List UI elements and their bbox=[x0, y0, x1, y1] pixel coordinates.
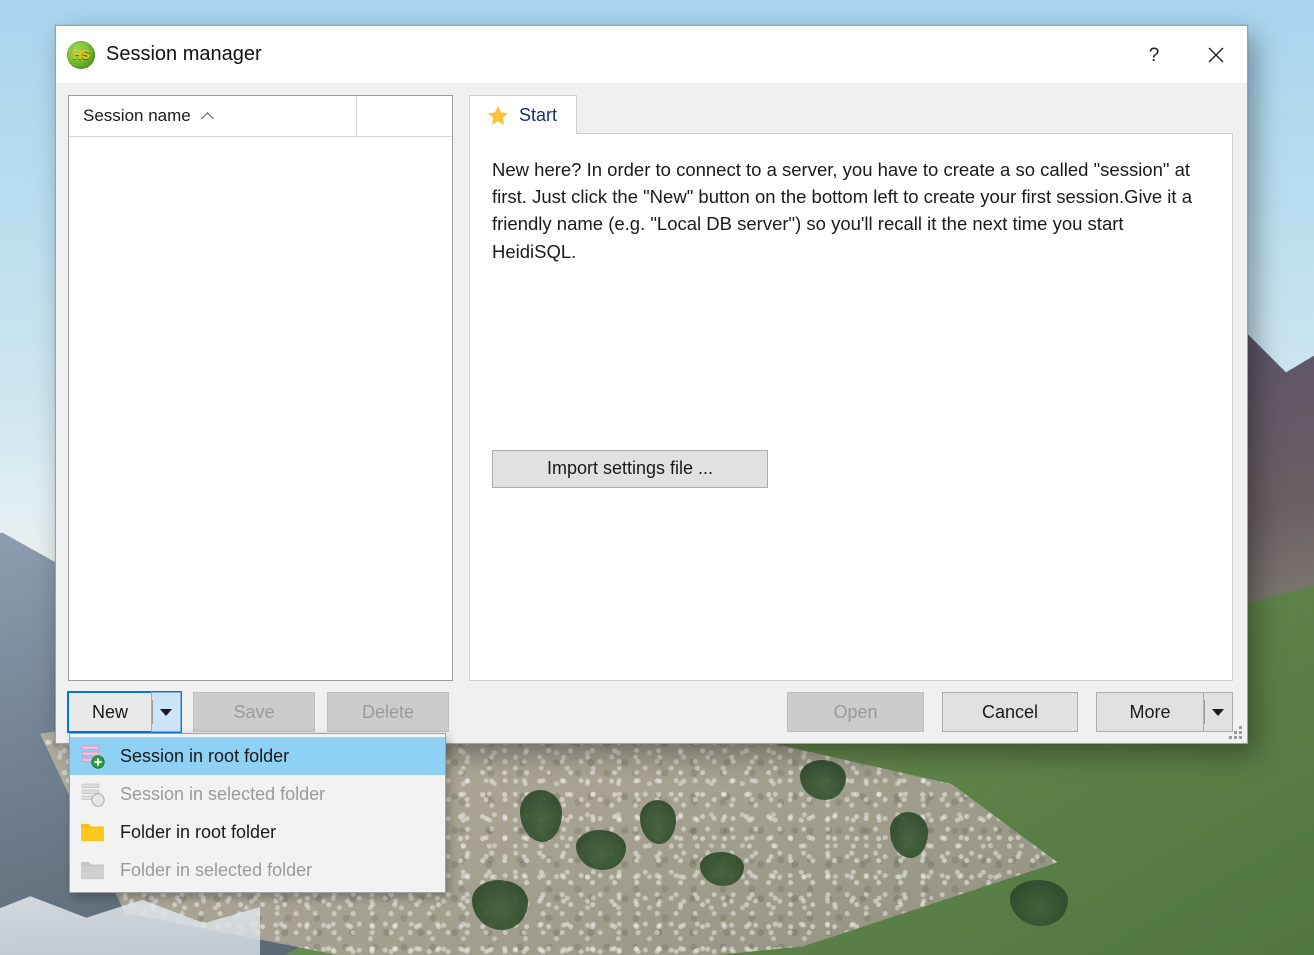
import-settings-file-button[interactable]: Import settings file ... bbox=[492, 449, 768, 488]
save-button[interactable]: Save bbox=[193, 692, 315, 732]
caret-down-icon bbox=[1212, 708, 1224, 716]
session-list-panel: Session name bbox=[68, 95, 453, 681]
close-button[interactable] bbox=[1185, 26, 1247, 83]
dialog-title: Session manager bbox=[106, 43, 262, 65]
new-split-button[interactable]: New bbox=[67, 691, 182, 733]
cancel-button[interactable]: Cancel bbox=[942, 692, 1078, 732]
more-split-button[interactable]: More bbox=[1096, 692, 1233, 732]
question-mark-icon: ? bbox=[1149, 45, 1160, 66]
chevron-up-icon bbox=[202, 112, 215, 120]
heidisql-logo-icon: HS bbox=[67, 40, 95, 69]
column-header-spacer bbox=[357, 96, 452, 136]
new-button-label[interactable]: New bbox=[68, 692, 151, 732]
footer-right-group: Open Cancel More bbox=[787, 692, 1233, 732]
svg-text:?: ? bbox=[1149, 45, 1160, 66]
start-tab-content: New here? In order to connect to a serve… bbox=[469, 134, 1233, 681]
logo-text: HS bbox=[72, 47, 90, 62]
folder-disabled-icon bbox=[81, 861, 104, 880]
column-header-label: Session name bbox=[83, 106, 191, 125]
session-add-disabled-icon bbox=[81, 783, 105, 807]
close-icon bbox=[1208, 47, 1224, 62]
new-dropdown-arrow[interactable] bbox=[151, 692, 181, 732]
menu-item-label: Folder in selected folder bbox=[120, 859, 313, 880]
column-header-session-name[interactable]: Session name bbox=[69, 96, 357, 136]
menu-item-session-in-root-folder[interactable]: Session in root folder bbox=[70, 737, 445, 775]
session-manager-dialog: HS Session manager ? Session name Start … bbox=[55, 25, 1248, 744]
open-button[interactable]: Open bbox=[787, 692, 924, 732]
caret-down-icon bbox=[160, 708, 172, 716]
intro-text: New here? In order to connect to a serve… bbox=[492, 159, 1192, 262]
more-button-label[interactable]: More bbox=[1096, 692, 1203, 732]
menu-item-folder-in-selected-folder[interactable]: Folder in selected folder bbox=[70, 851, 445, 889]
dialog-body: Session name Start New here? In order to… bbox=[56, 83, 1247, 681]
resize-grip-icon[interactable] bbox=[1229, 726, 1243, 740]
menu-item-label: Session in root folder bbox=[120, 745, 290, 766]
new-dropdown-menu: Session in root folder Session in select… bbox=[69, 733, 446, 893]
session-list-body[interactable] bbox=[69, 137, 452, 680]
tab-strip-filler bbox=[577, 101, 1233, 134]
menu-item-session-in-selected-folder[interactable]: Session in selected folder bbox=[70, 775, 445, 813]
tab-area: Start New here? In order to connect to a… bbox=[469, 95, 1233, 681]
tab-label: Start bbox=[519, 104, 558, 125]
menu-item-folder-in-root-folder[interactable]: Folder in root folder bbox=[70, 813, 445, 851]
desktop-wallpaper: HS Session manager ? Session name Start … bbox=[0, 0, 1314, 955]
titlebar-buttons: ? bbox=[1123, 26, 1247, 83]
tab-start[interactable]: Start bbox=[469, 95, 578, 134]
delete-button[interactable]: Delete bbox=[327, 692, 449, 732]
session-list-header: Session name bbox=[69, 96, 452, 137]
menu-item-label: Folder in root folder bbox=[120, 821, 277, 842]
tab-strip: Start bbox=[469, 95, 1233, 134]
menu-item-label: Session in selected folder bbox=[120, 783, 326, 804]
help-button[interactable]: ? bbox=[1123, 26, 1185, 83]
dialog-titlebar: HS Session manager ? bbox=[56, 26, 1247, 83]
folder-icon bbox=[81, 823, 104, 842]
star-icon bbox=[488, 105, 508, 125]
session-add-icon bbox=[81, 745, 105, 769]
